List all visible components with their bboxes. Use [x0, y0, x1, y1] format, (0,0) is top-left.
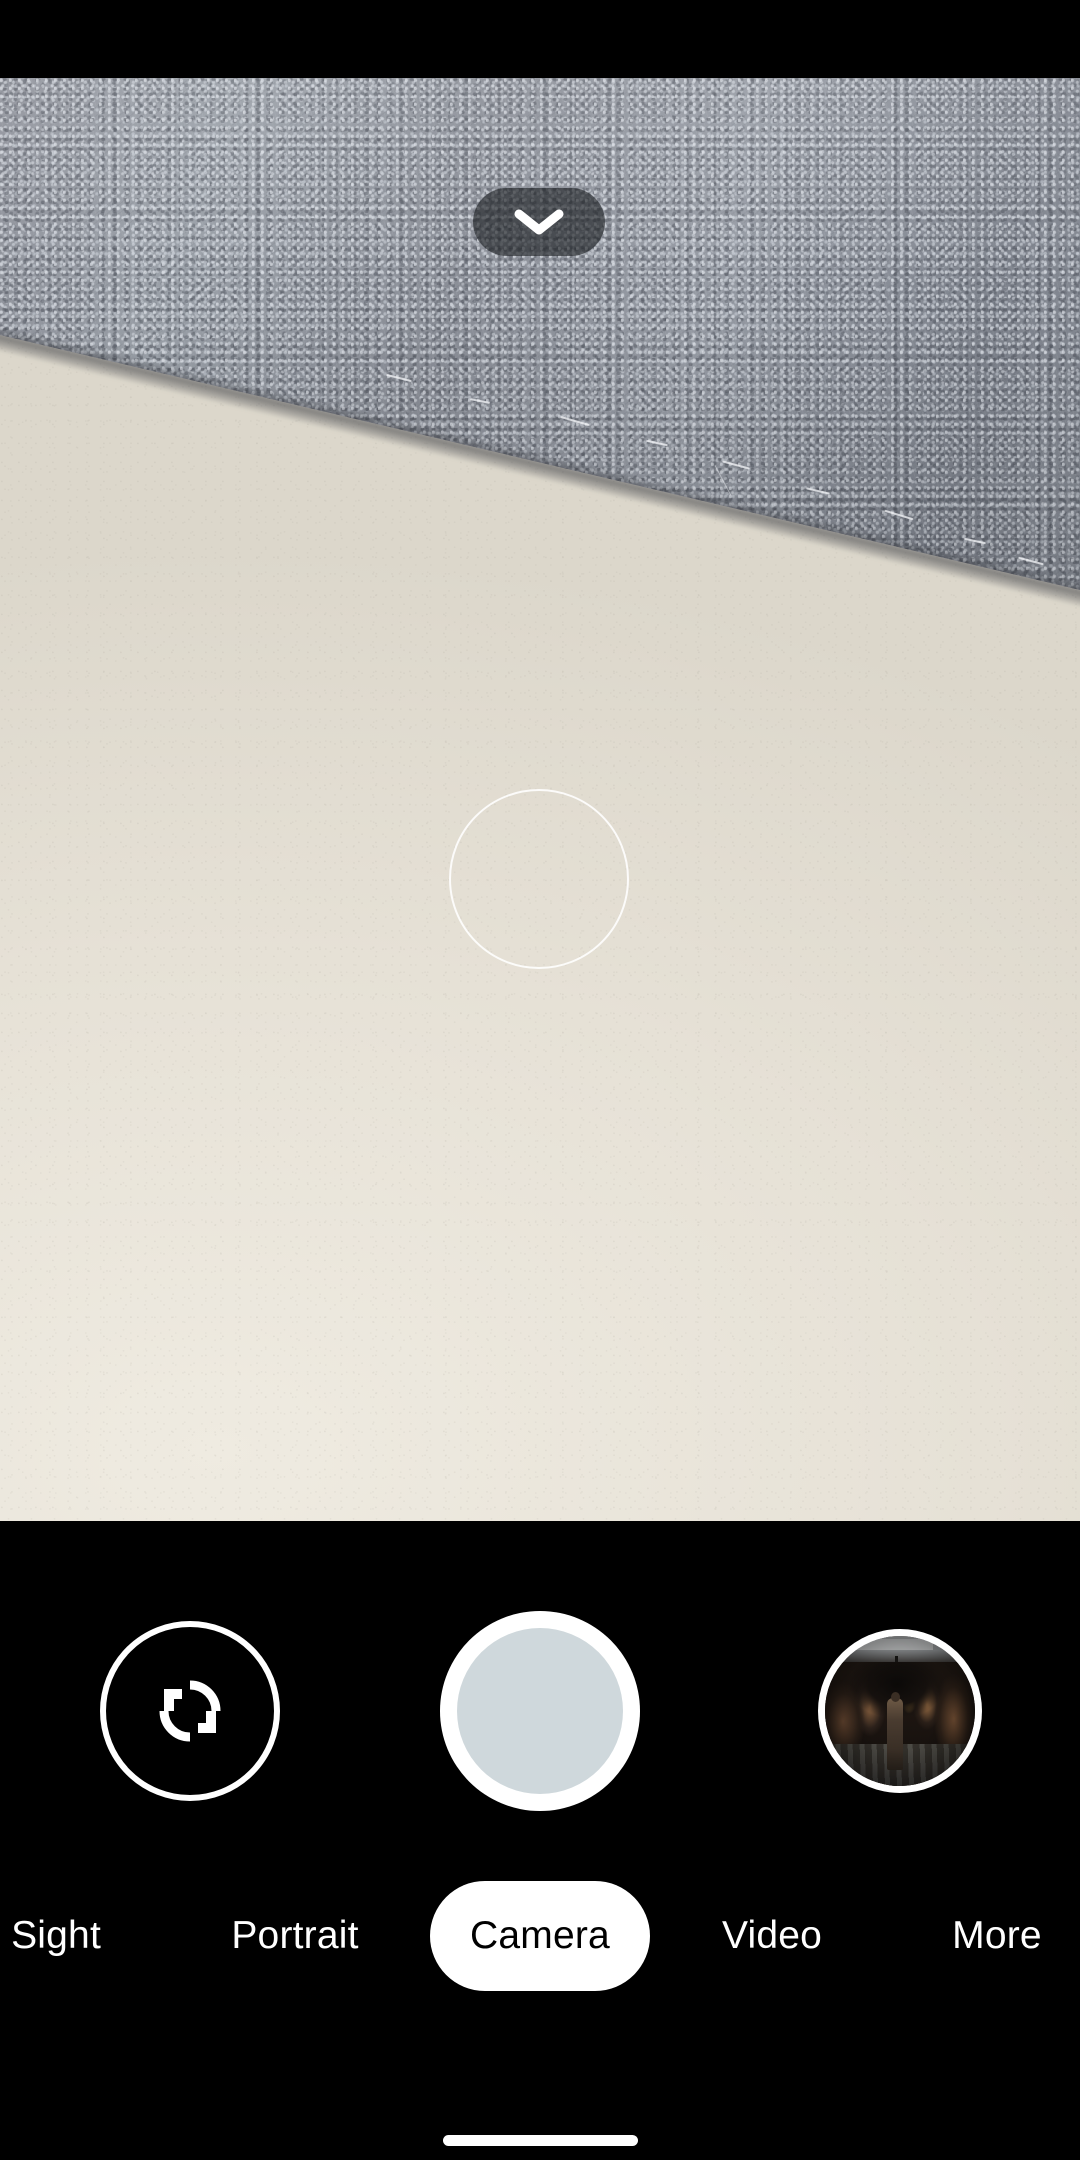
- chevron-down-icon: [513, 206, 565, 238]
- mode-video[interactable]: Video: [672, 1881, 872, 1991]
- camera-flip-icon: [142, 1663, 238, 1759]
- mode-more[interactable]: More: [900, 1881, 1080, 1991]
- mode-label: Camera: [470, 1914, 610, 1957]
- shutter-button-inner: [457, 1628, 623, 1794]
- camera-controls-bar: t Sight Portrait Camera Video More: [0, 1521, 1080, 2160]
- focus-exposure-ring: [449, 789, 629, 969]
- mode-camera[interactable]: Camera: [430, 1881, 650, 1991]
- viewfinder-options-toggle[interactable]: [473, 188, 605, 256]
- switch-camera-button[interactable]: [100, 1621, 280, 1801]
- mode-label: More: [952, 1914, 1042, 1957]
- status-bar: [0, 0, 1080, 78]
- mode-selector: t Sight Portrait Camera Video More: [0, 1881, 1080, 1991]
- camera-viewfinder[interactable]: [0, 78, 1080, 1521]
- mode-label: Portrait: [231, 1914, 359, 1957]
- mode-portrait[interactable]: Portrait: [185, 1881, 405, 1991]
- gallery-button[interactable]: [818, 1629, 982, 1793]
- thumbnail-vignette: [825, 1636, 975, 1786]
- camera-app-screen: t Sight Portrait Camera Video More: [0, 0, 1080, 2160]
- mode-night-sight[interactable]: t Sight: [0, 1881, 150, 1991]
- home-indicator[interactable]: [443, 2135, 638, 2146]
- mode-label: t Sight: [0, 1914, 101, 1957]
- mode-label: Video: [721, 1914, 823, 1957]
- shutter-controls-row: [0, 1611, 1080, 1811]
- shutter-button[interactable]: [440, 1611, 640, 1811]
- gallery-thumbnail-image: [825, 1636, 975, 1786]
